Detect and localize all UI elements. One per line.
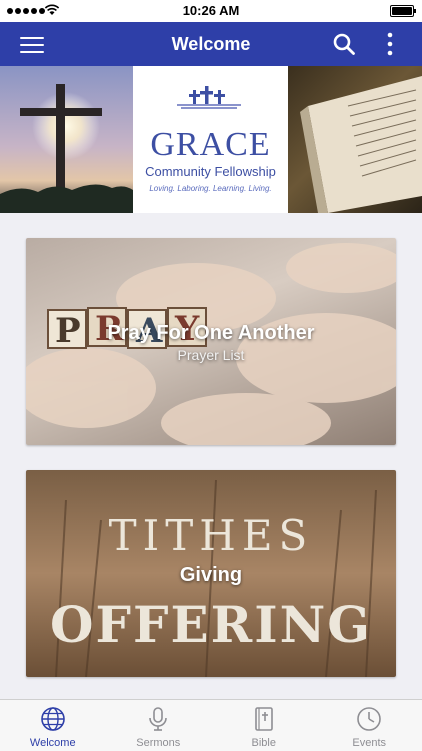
bible-image xyxy=(288,66,422,213)
tithes-word: TITHES xyxy=(109,511,314,560)
tab-label: Welcome xyxy=(0,737,106,749)
cross-image xyxy=(0,66,133,213)
tab-bible[interactable]: Bible xyxy=(211,700,317,751)
bottom-tab-bar: Welcome Sermons Bible Events xyxy=(0,699,422,751)
card-title: Giving xyxy=(26,564,396,587)
microphone-icon xyxy=(145,706,171,732)
tab-welcome[interactable]: Welcome xyxy=(0,700,106,751)
more-options-icon[interactable] xyxy=(380,31,400,57)
search-icon[interactable] xyxy=(332,32,356,56)
status-time: 10:26 AM xyxy=(0,3,422,18)
offering-word: OFFERING xyxy=(50,595,372,654)
page-title: Welcome xyxy=(0,34,422,55)
logo-tagline: Loving. Laboring. Learning. Living. xyxy=(133,184,288,193)
logo-name: GRACE xyxy=(133,126,288,164)
tab-events[interactable]: Events xyxy=(317,700,422,751)
battery-icon xyxy=(390,5,414,17)
tab-label: Events xyxy=(317,737,422,749)
tab-label: Sermons xyxy=(106,737,212,749)
clock-icon xyxy=(356,706,382,732)
giving-card[interactable]: TITHES OFFERING Giving xyxy=(26,470,396,677)
card-title: Pray For One Another xyxy=(26,322,396,345)
prayer-list-card[interactable]: P R A Y Pray For One Another Prayer List xyxy=(26,238,396,445)
header-banner: GRACE Community Fellowship Loving. Labor… xyxy=(0,66,422,213)
tab-sermons[interactable]: Sermons xyxy=(106,700,212,751)
card-subtitle: Prayer List xyxy=(26,347,396,363)
tab-label: Bible xyxy=(211,737,317,749)
logo-subtitle: Community Fellowship xyxy=(133,164,288,179)
bible-icon xyxy=(251,706,277,732)
status-bar: 10:26 AM xyxy=(0,0,422,22)
church-logo: GRACE Community Fellowship Loving. Labor… xyxy=(133,66,288,213)
navigation-bar: Welcome xyxy=(0,22,422,66)
globe-icon xyxy=(40,706,66,732)
